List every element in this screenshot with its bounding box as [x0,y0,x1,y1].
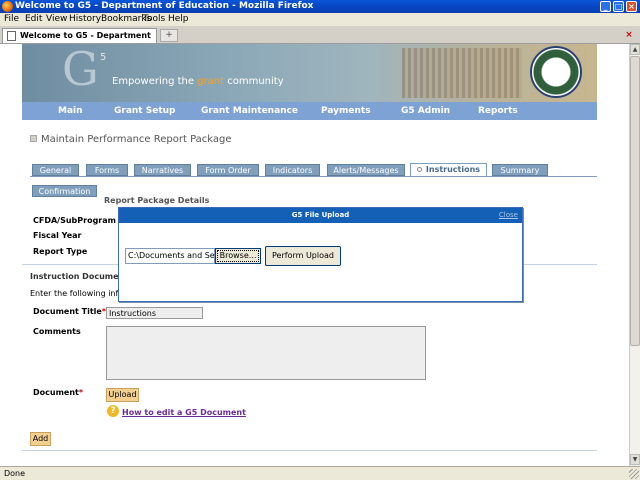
fiscal-year-label: Fiscal Year [33,231,82,240]
file-path-input[interactable]: C:\Documents and Setti [125,248,215,264]
help-link[interactable]: How to edit a G5 Document [122,408,246,417]
tab-form-order[interactable]: Form Order [197,164,259,176]
minimize-button[interactable]: _ [600,1,611,12]
nav-grant-setup[interactable]: Grant Setup [114,102,175,120]
status-text: Done [4,469,26,478]
library-image [402,48,522,98]
close-window-button[interactable]: × [626,1,637,12]
document-title-label-text: Document Title [33,307,102,316]
document-title-input[interactable]: Instructions [106,307,203,319]
scroll-up-icon[interactable]: ▲ [630,44,640,55]
dialog-close-link[interactable]: Close [499,208,518,223]
nav-grant-maintenance[interactable]: Grant Maintenance [201,102,298,120]
nav-g5-admin[interactable]: G5 Admin [401,102,450,120]
comments-textarea[interactable] [106,326,426,380]
tab-indicators[interactable]: Indicators [265,164,320,176]
department-seal-icon [530,46,582,98]
g5-logo: G [62,44,99,96]
menu-view[interactable]: View [46,14,67,25]
tabs-divider [30,176,597,177]
menu-tools[interactable]: Tools [143,14,165,25]
dialog-title: G5 File Upload [291,211,350,219]
page-title-text: Maintain Performance Report Package [41,134,232,145]
document-label-text: Document [33,388,79,397]
bottom-divider [22,450,597,451]
nav-main[interactable]: Main [58,102,83,120]
menu-bar: File Edit View History Bookmarks Tools H… [0,13,640,26]
tab-narratives[interactable]: Narratives [134,164,191,176]
tab-instructions[interactable]: Instructions [410,163,487,177]
resize-grip-icon[interactable] [629,469,639,479]
menu-edit[interactable]: Edit [25,14,42,25]
package-details-heading: Report Package Details [104,196,210,205]
menu-file[interactable]: File [4,14,19,25]
tab-forms[interactable]: Forms [86,164,128,176]
tab-summary[interactable]: Summary [492,164,548,176]
window-title: Welcome to G5 - Department of Education … [15,1,314,11]
vertical-scrollbar[interactable]: ▲ ▼ [629,44,640,466]
tagline-accent: grant [197,76,225,87]
main-nav: Main Grant Setup Grant Maintenance Payme… [22,102,597,120]
tagline-end: community [224,76,284,87]
document-label: Document* [33,388,83,397]
nav-reports[interactable]: Reports [478,102,518,120]
nav-payments[interactable]: Payments [321,102,371,120]
instruction-doc-heading: Instruction Document [30,272,129,281]
firefox-icon [2,1,13,12]
bullet-icon [30,135,37,142]
maximize-button[interactable]: □ [613,1,624,12]
tab-instructions-label: Instructions [425,165,481,174]
comments-label: Comments [33,327,81,336]
g5-logo-superscript: 5 [100,52,107,63]
menu-history[interactable]: History [69,14,101,25]
browse-button[interactable]: Browse... [215,248,261,264]
browser-tab[interactable]: Welcome to G5 - Department of Educ... [2,28,157,52]
page-icon [7,31,16,41]
scroll-thumb[interactable] [630,56,640,346]
status-bar: Done [0,466,640,480]
add-button[interactable]: Add [30,432,51,446]
tagline-start: Empowering the [112,76,198,87]
required-mark: * [78,388,84,397]
browser-tab-bar: Welcome to G5 - Department of Educ... + … [0,26,640,52]
menu-help[interactable]: Help [168,14,189,25]
document-title-label: Document Title* [33,307,106,316]
scroll-down-icon[interactable]: ▼ [630,454,640,465]
active-tab-icon [416,167,422,172]
dialog-title-bar: G5 File Upload Close [119,208,522,223]
help-icon[interactable]: ? [107,405,119,417]
g5-banner: G 5 Empowering the grant community [22,44,597,102]
tab-confirmation[interactable]: Confirmation [32,185,97,197]
tab-alerts-messages[interactable]: Alerts/Messages [327,164,405,176]
window-title-bar: Welcome to G5 - Department of Education … [0,0,640,13]
tab-general[interactable]: General [32,164,79,176]
file-upload-dialog: G5 File Upload Close C:\Documents and Se… [118,207,523,302]
report-type-label: Report Type [33,247,88,256]
perform-upload-button[interactable]: Perform Upload [265,246,341,266]
new-tab-button[interactable]: + [160,29,178,42]
close-tab-icon[interactable]: × [624,30,634,40]
page-title: Maintain Performance Report Package [30,134,232,145]
upload-button[interactable]: Upload [106,388,139,402]
cfda-label: CFDA/SubProgram T [33,216,125,225]
banner-tagline: Empowering the grant community [112,76,284,87]
